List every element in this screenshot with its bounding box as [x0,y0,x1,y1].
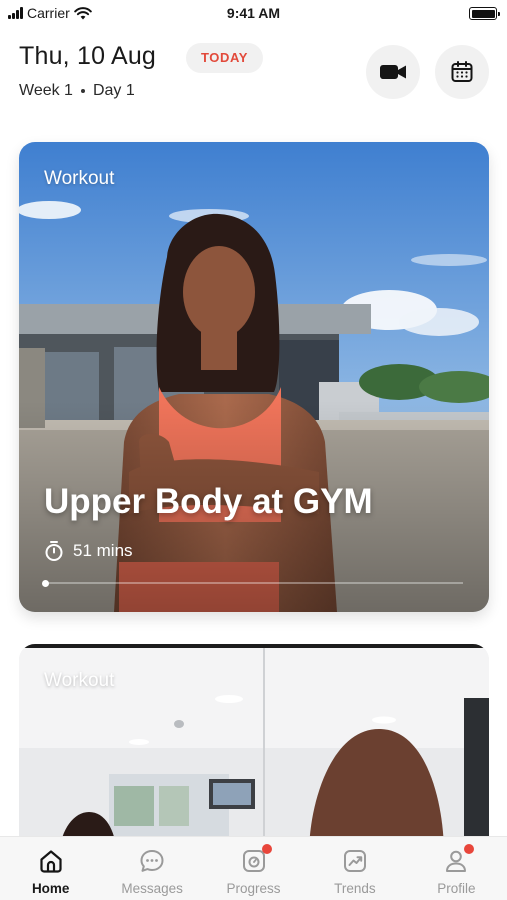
status-bar: Carrier 9:41 AM [0,0,507,28]
battery-icon [469,7,500,20]
progress-knob[interactable] [42,579,49,587]
card-category-label: Workout [44,670,115,691]
tab-progress[interactable]: Progress [203,837,304,900]
workout-duration: 51 mins [44,540,133,562]
today-badge[interactable]: TODAY [186,43,264,73]
week-day-subtitle: Week 1 Day 1 [19,82,135,100]
workout-progress-bar[interactable] [42,579,463,587]
notification-dot [261,844,272,854]
card-category-label: Workout [44,168,115,189]
workout-card-upper-body[interactable]: Workout Upper Body at GYM 51 mins [19,142,489,612]
tab-messages[interactable]: Messages [101,837,202,900]
video-camera-icon [380,65,406,79]
notification-dot [464,844,475,854]
week-label: Week 1 [19,82,73,99]
duration-label: 51 mins [73,541,133,560]
tab-label: Progress [226,881,281,896]
stopwatch-icon [45,541,63,561]
calendar-button[interactable] [435,45,489,99]
tab-profile[interactable]: Profile [406,837,507,900]
video-call-button[interactable] [366,45,420,99]
day-label: Day 1 [92,82,135,99]
separator-dot [80,89,85,93]
workout-title: Upper Body at GYM [44,482,373,521]
home-icon [37,847,65,875]
tab-home[interactable]: Home [0,837,101,900]
tab-label: Messages [121,881,183,896]
chat-icon [138,847,166,875]
bottom-tab-bar: Home Messages Progress Trends Profile [0,836,507,900]
page-title-date: Thu, 10 Aug [19,42,157,70]
workout-card-2[interactable]: Workout [19,644,489,854]
battery-level [471,9,495,18]
scale-icon [240,844,272,875]
tab-label: Trends [334,881,376,896]
profile-icon [442,844,475,875]
tab-trends[interactable]: Trends [304,837,405,900]
calendar-icon [451,61,473,82]
tab-label: Profile [437,881,476,896]
trend-chart-icon [341,847,369,875]
status-time: 9:41 AM [226,5,281,21]
tab-label: Home [31,881,70,896]
